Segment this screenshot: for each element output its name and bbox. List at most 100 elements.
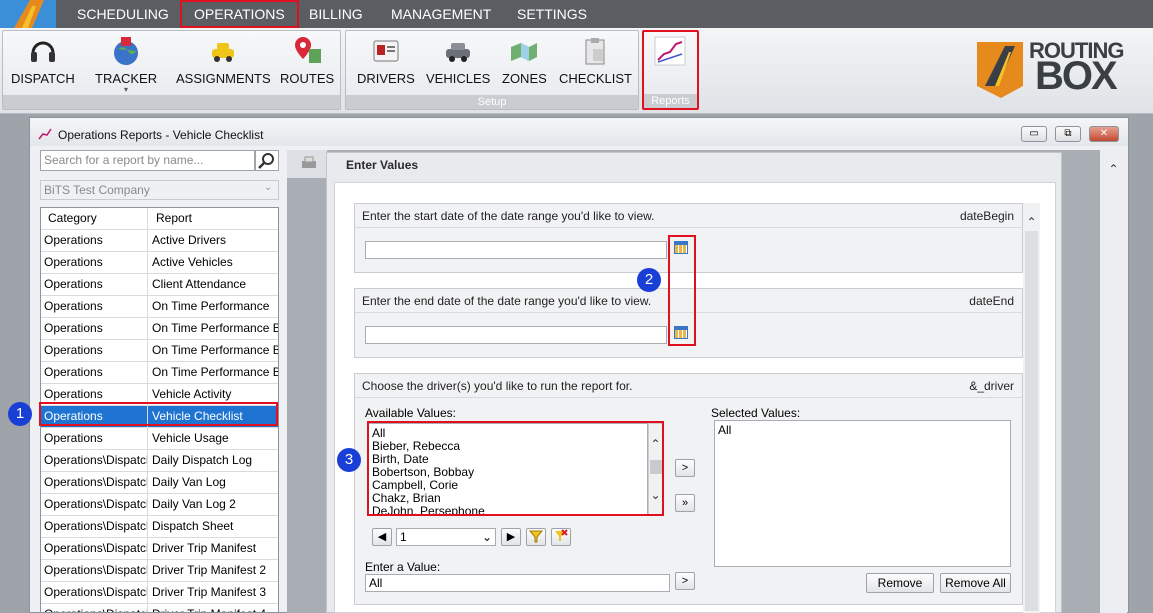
minimize-button[interactable]: ▭ xyxy=(1021,126,1047,142)
table-row[interactable]: Operations\Dispatch Daily Van Log xyxy=(41,472,278,494)
column-header-category[interactable]: Category xyxy=(41,208,148,229)
param-prompt: Enter the start date of the date range y… xyxy=(355,204,1022,228)
cell-report: Client Attendance xyxy=(152,277,247,291)
menu-operations[interactable]: OPERATIONS xyxy=(180,0,299,28)
clear-filter-button[interactable] xyxy=(551,528,571,546)
map-pin-icon xyxy=(291,35,323,67)
table-row[interactable]: Operations On Time Performance xyxy=(41,296,278,318)
close-button[interactable]: ✕ xyxy=(1089,126,1119,142)
menu-management[interactable]: MANAGEMENT xyxy=(379,0,503,28)
calendar-highlight xyxy=(668,235,696,346)
checklist-button[interactable]: CHECKLIST xyxy=(559,35,632,86)
cell-report: Driver Trip Manifest xyxy=(152,541,257,555)
enter-value-label: Enter a Value: xyxy=(365,560,441,574)
table-row[interactable]: Operations On Time Performance B... xyxy=(41,362,278,384)
clipboard-icon xyxy=(579,35,611,67)
add-value-button[interactable]: > xyxy=(675,459,695,477)
cell-category: Operations\Dispatch xyxy=(41,450,148,471)
app-logo-icon[interactable] xyxy=(0,0,56,28)
cell-report: Driver Trip Manifest 3 xyxy=(152,585,267,599)
param-prompt: Choose the driver(s) you'd like to run t… xyxy=(355,374,1022,398)
table-row[interactable]: Operations\Dispatch Daily Van Log 2 xyxy=(41,494,278,516)
next-page-button[interactable]: ▶ xyxy=(501,528,521,546)
cell-report: Active Drivers xyxy=(152,233,227,247)
reports-group-label: Reports xyxy=(644,94,697,108)
dialog-title: Enter Values xyxy=(346,158,419,172)
drivers-button[interactable]: DRIVERS xyxy=(357,35,415,86)
filter-icon xyxy=(528,530,544,543)
map-icon xyxy=(508,35,540,67)
reports-button[interactable]: Reports xyxy=(642,30,699,110)
list-item[interactable]: All xyxy=(718,424,1010,437)
search-button[interactable] xyxy=(255,150,279,171)
table-row[interactable]: Operations Vehicle Usage xyxy=(41,428,278,450)
table-row[interactable]: Operations\DispatchDriver Trip Manifest … xyxy=(41,560,278,582)
column-header-report[interactable]: Report xyxy=(149,208,278,229)
window-title: Operations Reports - Vehicle Checklist xyxy=(58,128,264,142)
car-icon xyxy=(442,35,474,67)
scroll-up-icon[interactable]: ⌃ xyxy=(1100,162,1127,176)
zones-button[interactable]: ZONES xyxy=(502,35,547,86)
vehicles-button[interactable]: VEHICLES xyxy=(426,35,490,86)
remove-button[interactable]: Remove xyxy=(866,573,934,593)
cell-category: Operations\Dispatch xyxy=(41,494,148,515)
scroll-up-icon[interactable]: ⌃ xyxy=(1023,215,1040,229)
print-icon[interactable] xyxy=(301,156,317,173)
cell-report: On Time Performance B... xyxy=(152,343,278,357)
table-row[interactable]: Operations Client Attendance xyxy=(41,274,278,296)
add-all-values-button[interactable]: » xyxy=(675,494,695,512)
selected-values-list[interactable]: All xyxy=(714,420,1011,567)
available-values-label: Available Values: xyxy=(365,406,456,420)
viewer-scrollbar[interactable]: ⌃ xyxy=(1100,150,1127,613)
cell-category: Operations\Dispatch xyxy=(41,582,148,603)
filter-button[interactable] xyxy=(526,528,546,546)
chevron-down-icon: ⌄ xyxy=(481,530,492,544)
cell-category: Operations xyxy=(41,296,148,317)
company-select[interactable]: BiTS Test Company xyxy=(40,180,279,200)
table-row[interactable]: Operations On Time Performance B... xyxy=(41,340,278,362)
cell-category: Operations xyxy=(41,362,148,383)
table-row[interactable]: Operations\Dispatch Daily Dispatch Log xyxy=(41,450,278,472)
assignments-label: ASSIGNMENTS xyxy=(176,71,271,86)
report-search-input[interactable]: Search for a report by name... xyxy=(40,150,255,171)
cell-report: Driver Trip Manifest 2 xyxy=(152,563,267,577)
cell-category: Operations\Dispatch xyxy=(41,516,148,537)
table-row[interactable]: Operations On Time Performance B... xyxy=(41,318,278,340)
page-select[interactable]: 1 ⌄ xyxy=(396,528,496,546)
prev-page-button[interactable]: ◀ xyxy=(372,528,392,546)
dispatch-button[interactable]: DISPATCH xyxy=(11,35,75,86)
cell-report: Vehicle Usage xyxy=(152,431,229,445)
menu-settings[interactable]: SETTINGS xyxy=(505,0,599,28)
scroll-thumb[interactable] xyxy=(1025,231,1038,611)
restore-button[interactable]: ⧉ xyxy=(1055,126,1081,142)
table-row[interactable]: Operations Active Vehicles xyxy=(41,252,278,274)
menu-scheduling[interactable]: SCHEDULING xyxy=(65,0,181,28)
clear-filter-icon xyxy=(555,529,568,541)
date-end-input[interactable] xyxy=(365,326,667,344)
table-row[interactable]: Operations\Dispatch Driver Trip Manifest … xyxy=(41,582,278,604)
assignments-button[interactable]: ASSIGNMENTS xyxy=(176,35,271,86)
table-row[interactable]: Operations\Dispatch Dispatch Sheet xyxy=(41,516,278,538)
param-key: dateEnd xyxy=(969,294,1014,308)
cell-category: Operations xyxy=(41,428,148,449)
tracker-button[interactable]: TRACKER ▾ xyxy=(95,35,157,94)
dialog-scrollbar[interactable]: ⌃ xyxy=(1023,203,1040,613)
table-row[interactable]: Operations\DispatchDriver Trip Manifest … xyxy=(41,604,278,612)
tracker-label: TRACKER xyxy=(95,71,158,86)
chevron-down-icon: ⌄ xyxy=(264,182,273,193)
table-row[interactable]: Operations Active Drivers xyxy=(41,230,278,252)
table-row[interactable]: Operations\Dispatch Driver Trip Manifest xyxy=(41,538,278,560)
routes-button[interactable]: ROUTES xyxy=(280,35,334,86)
cell-report: Daily Dispatch Log xyxy=(152,453,253,467)
menu-billing[interactable]: BILLING xyxy=(297,0,375,28)
cell-category: Operations\Dispatch xyxy=(41,538,148,559)
selected-row-highlight xyxy=(39,402,278,426)
date-begin-input[interactable] xyxy=(365,241,667,259)
cell-report: On Time Performance B... xyxy=(152,365,278,379)
reports-chart-icon xyxy=(654,36,686,69)
add-entered-value-button[interactable]: > xyxy=(675,572,695,590)
routingbox-logo: ROUTING BOX xyxy=(975,38,1143,98)
grid-header: Category Report xyxy=(41,208,278,230)
remove-all-button[interactable]: Remove All xyxy=(940,573,1011,593)
enter-value-input[interactable]: All xyxy=(365,574,670,592)
